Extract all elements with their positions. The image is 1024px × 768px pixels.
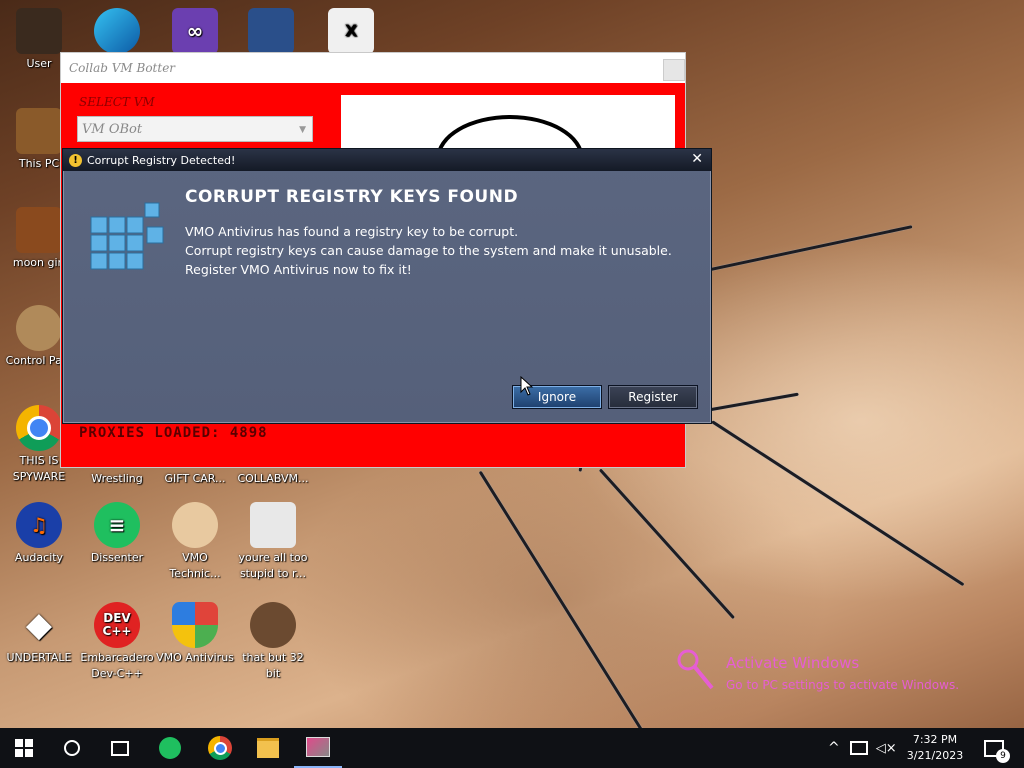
- corrupt-registry-dialog: ! Corrupt Registry Detected! ✕ CORRUPT R…: [62, 148, 712, 424]
- message-line: Register VMO Antivirus now to fix it!: [185, 262, 412, 277]
- wallpaper-strand: [598, 468, 735, 620]
- register-button[interactable]: Register: [608, 385, 698, 409]
- taskbar: ^ ◁× 7:32 PM 3/21/2023 9: [0, 728, 1024, 768]
- clock[interactable]: 7:32 PM 3/21/2023: [900, 728, 970, 768]
- chrome-icon: [208, 736, 232, 760]
- desktop-icon-audacity[interactable]: ♫ Audacity: [0, 502, 78, 566]
- window-titlebar: Collab VM Botter: [61, 53, 685, 83]
- dialog-heading: CORRUPT REGISTRY KEYS FOUND: [185, 187, 519, 207]
- windows-logo-icon: [15, 739, 33, 757]
- watermark-subtitle: Go to PC settings to activate Windows.: [726, 678, 960, 692]
- clock-date: 3/21/2023: [906, 749, 964, 762]
- message-line: VMO Antivirus has found a registry key t…: [185, 224, 519, 239]
- task-view-button[interactable]: [96, 728, 144, 768]
- key-icon: [677, 649, 714, 690]
- visual-studio-icon: ∞: [172, 8, 218, 54]
- chevron-down-icon: ▼: [299, 125, 306, 135]
- wallpaper-strand: [711, 420, 965, 587]
- network-icon[interactable]: [849, 741, 868, 755]
- dissenter-icon: ≡: [94, 502, 140, 548]
- desktop-icon-undertale[interactable]: ◆ UNDERTALE: [0, 602, 78, 666]
- mouse-cursor-icon: [520, 376, 534, 396]
- proxies-loaded-label: PROXIES LOADED: 4898: [79, 425, 268, 441]
- desktop-icon-dev-cpp[interactable]: DEV C++ Embarcadero Dev-C++: [78, 602, 156, 682]
- vm-select[interactable]: VM OBot ▼: [77, 116, 313, 142]
- message-line: Corrupt registry keys can cause damage t…: [185, 243, 672, 258]
- dialog-titlebar: ! Corrupt Registry Detected! ✕: [63, 149, 711, 171]
- unity-icon: ◆: [25, 605, 53, 645]
- technician-icon: [172, 502, 218, 548]
- close-icon[interactable]: ✕: [691, 151, 703, 167]
- user-folder-icon: [16, 8, 62, 54]
- volume-muted-icon[interactable]: ◁×: [876, 741, 897, 756]
- taskbar-file-explorer[interactable]: [246, 728, 290, 768]
- dialog-message: VMO Antivirus has found a registry key t…: [185, 222, 672, 279]
- desktop-icon-virtualbox[interactable]: [232, 8, 310, 56]
- folder-icon: [257, 738, 279, 758]
- dialog-title: Corrupt Registry Detected!: [87, 153, 236, 167]
- edge-icon: [94, 8, 140, 54]
- notification-badge: 9: [996, 748, 1010, 763]
- desktop-icon-vmo-technician[interactable]: VMO Technic...: [156, 502, 234, 582]
- wallpaper-strand: [478, 470, 651, 728]
- warning-icon: !: [69, 153, 82, 167]
- shield-icon: [172, 602, 218, 648]
- desktop-icon-gift-card[interactable]: GIFT CAR...: [156, 471, 234, 487]
- hxd-icon: X: [328, 8, 374, 54]
- desktop-icon-edge[interactable]: [78, 8, 156, 56]
- chevron-up-icon[interactable]: ^: [828, 740, 840, 756]
- computer-icon: [16, 108, 62, 154]
- dissenter-icon: [159, 737, 181, 759]
- desktop-icon-collabvm[interactable]: COLLABVM...: [234, 471, 312, 487]
- desktop-icon-32-bit[interactable]: that but 32 bit: [234, 602, 312, 682]
- task-view-icon: [111, 740, 129, 756]
- search-circle-icon: [64, 740, 80, 756]
- clock-time: 7:32 PM: [912, 733, 958, 746]
- search-button[interactable]: [48, 728, 96, 768]
- desktop-icon-visual-studio[interactable]: ∞: [156, 8, 234, 56]
- taskbar-app[interactable]: [294, 728, 342, 768]
- vm-select-value: VM OBot: [82, 122, 143, 137]
- dev-cpp-icon: DEV C++: [94, 602, 140, 648]
- select-vm-label: SELECT VM: [79, 95, 155, 109]
- desktop-icon-stupid[interactable]: youre all too stupid to r...: [234, 502, 312, 582]
- watermark-title: Activate Windows: [726, 654, 860, 672]
- notification-center-button[interactable]: 9: [980, 728, 1010, 768]
- window-title: Collab VM Botter: [69, 61, 176, 75]
- portrait-icon: [250, 502, 296, 548]
- start-button[interactable]: [0, 728, 48, 768]
- desktop-icon-vmo-antivirus[interactable]: VMO Antivirus: [156, 602, 234, 666]
- file-icon: [16, 207, 62, 253]
- desktop-icon-hxd[interactable]: X: [312, 8, 390, 56]
- vm-preview: [341, 95, 675, 155]
- wallpaper-strand: [699, 392, 799, 413]
- virtualbox-icon: [248, 8, 294, 54]
- portrait-icon: [250, 602, 296, 648]
- close-button[interactable]: [663, 59, 685, 81]
- desktop-icon-dissenter[interactable]: ≡ Dissenter: [78, 502, 156, 566]
- chrome-icon: [16, 405, 62, 451]
- control-panel-icon: [16, 305, 62, 351]
- taskbar-dissenter[interactable]: [148, 728, 192, 768]
- app-window-icon: [306, 737, 330, 757]
- audacity-icon: ♫: [16, 502, 62, 548]
- notification-icon: 9: [984, 739, 1010, 763]
- system-tray: ^ ◁×: [828, 728, 905, 768]
- desktop-icon-wrestling[interactable]: Wrestling: [78, 471, 156, 487]
- taskbar-chrome[interactable]: [196, 728, 244, 768]
- registry-cubes-icon: [90, 202, 164, 270]
